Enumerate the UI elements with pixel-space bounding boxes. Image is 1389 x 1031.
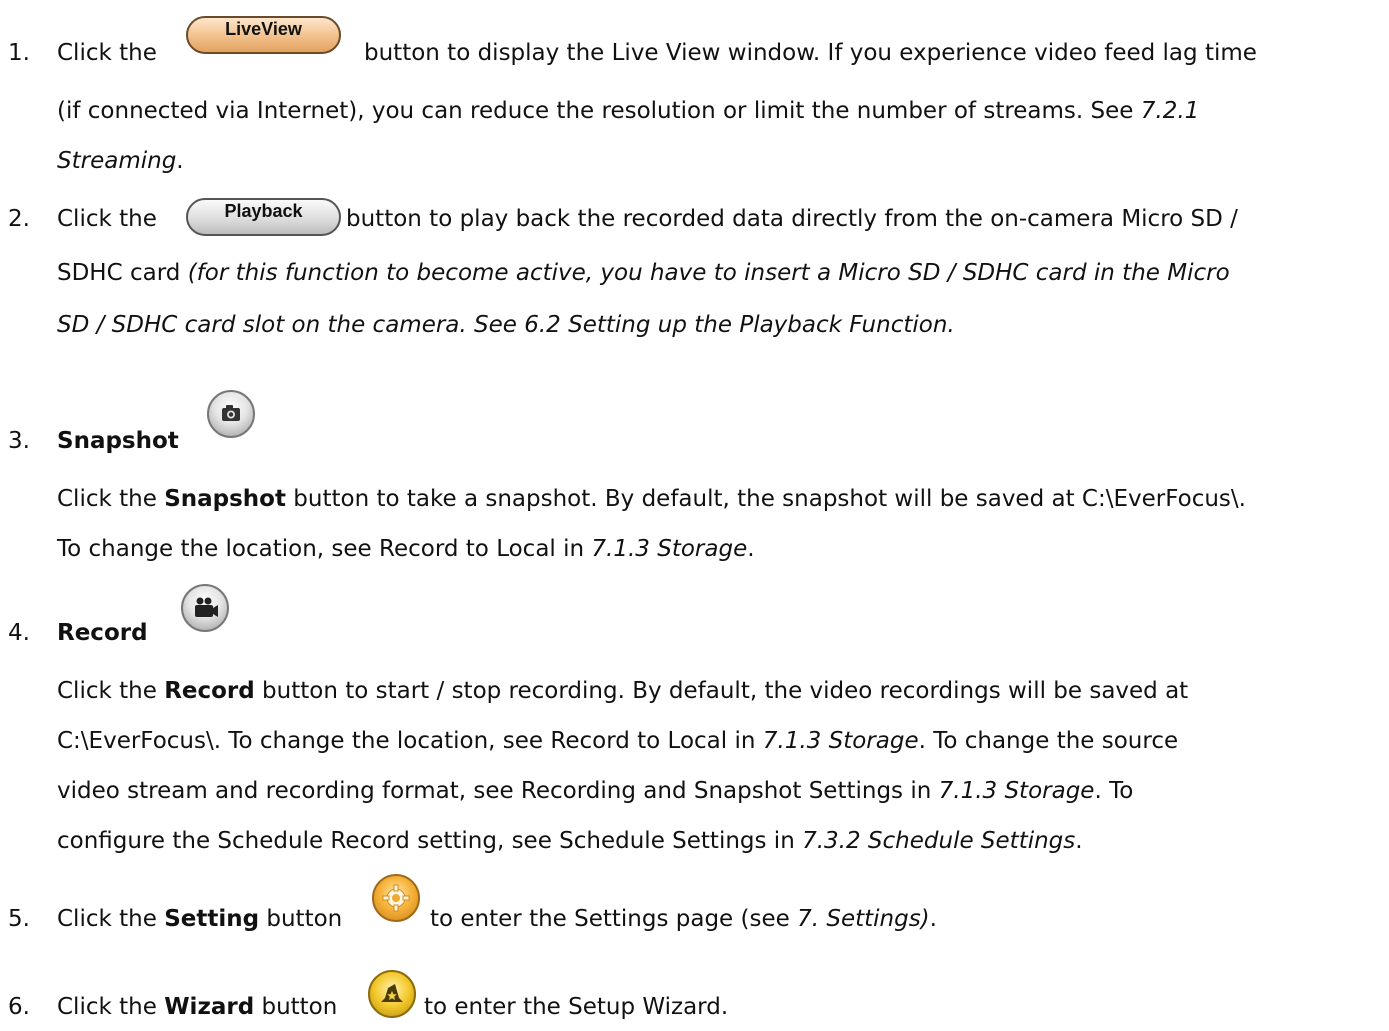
item-text-line: Click the Wizard button xyxy=(57,994,338,1020)
item-text-line: Click the Record button to start / stop … xyxy=(57,678,1189,704)
item-text-line: SD / SDHC card slot on the camera. See 6… xyxy=(57,312,955,338)
wizard-hat-icon[interactable] xyxy=(368,970,416,1018)
section-ref: 7.1.3 Storage xyxy=(938,778,1095,804)
liveview-button[interactable]: LiveView xyxy=(186,16,341,54)
item-number: 5. xyxy=(8,906,30,932)
item-text-line: to enter the Settings page (see 7. Setti… xyxy=(430,906,937,932)
section-ref: 7.1.3 Storage xyxy=(762,728,919,754)
item-text-line: Click the Setting button xyxy=(57,906,343,932)
item-text-line: Streaming. xyxy=(57,148,184,174)
item-title: Snapshot xyxy=(57,428,179,454)
gear-icon[interactable] xyxy=(372,874,420,922)
playback-button[interactable]: Playback xyxy=(186,198,341,236)
item-text-line: Click the xyxy=(57,206,157,232)
item-number: 4. xyxy=(8,620,30,646)
item-title: Record xyxy=(57,620,148,646)
item-text-line: to enter the Setup Wizard. xyxy=(424,994,729,1020)
item-text-line: video stream and recording format, see R… xyxy=(57,778,1134,804)
video-camera-icon[interactable] xyxy=(181,584,229,632)
item-text-line: To change the location, see Record to Lo… xyxy=(57,536,755,562)
item-text-line: button to play back the recorded data di… xyxy=(346,206,1238,232)
section-ref: Streaming xyxy=(57,148,177,174)
item-number: 1. xyxy=(8,40,30,66)
section-ref: 7.2.1 xyxy=(1140,98,1200,124)
item-text-line: Click the Snapshot button to take a snap… xyxy=(57,486,1246,512)
item-text-line: C:\EverFocus\. To change the location, s… xyxy=(57,728,1179,754)
item-number: 2. xyxy=(8,206,30,232)
camera-icon[interactable] xyxy=(207,390,255,438)
section-ref: 7. Settings) xyxy=(797,906,930,932)
item-text-line: (if connected via Internet), you can red… xyxy=(57,98,1200,124)
item-text-line: button to display the Live View window. … xyxy=(364,40,1257,66)
item-number: 6. xyxy=(8,994,30,1020)
item-text-line: Click the xyxy=(57,40,157,66)
section-ref: 7.3.2 Schedule Settings xyxy=(802,828,1076,854)
item-text-line: configure the Schedule Record setting, s… xyxy=(57,828,1083,854)
section-ref: 7.1.3 Storage xyxy=(591,536,748,562)
item-number: 3. xyxy=(8,428,30,454)
item-text-line: SDHC card (for this function to become a… xyxy=(57,260,1230,286)
